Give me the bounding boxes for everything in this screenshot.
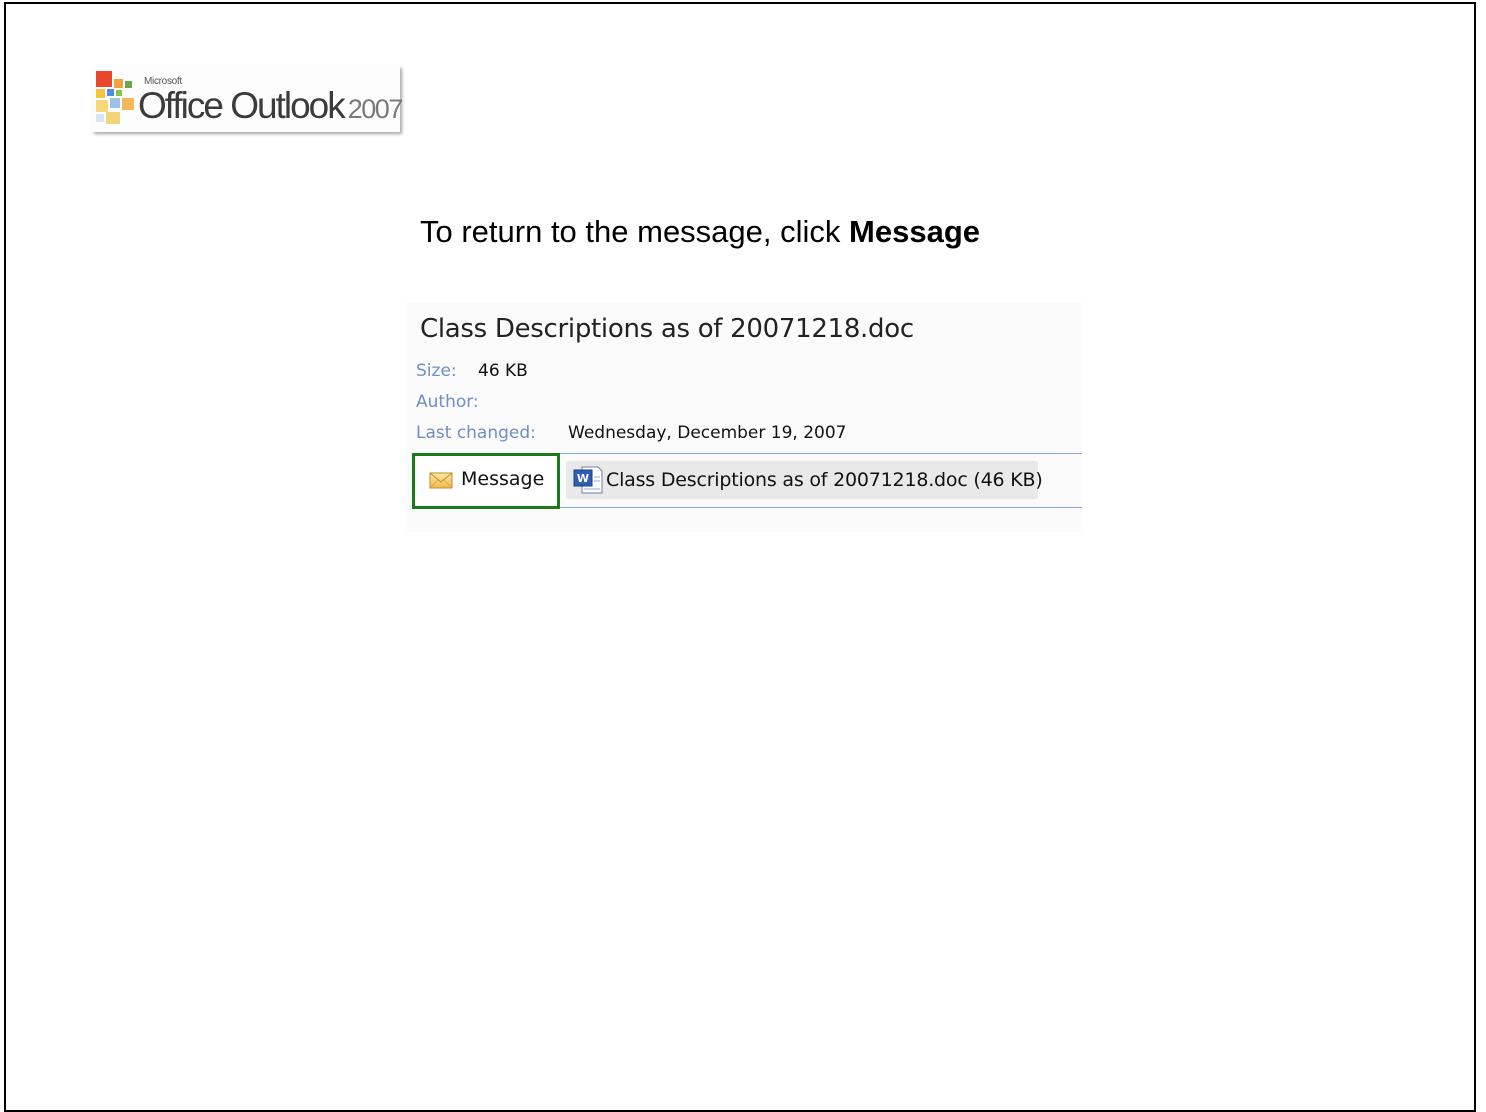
attachment-preview-panel: Class Descriptions as of 20071218.doc Si… (406, 302, 1082, 532)
instruction-text: To return to the message, click Message (420, 214, 980, 250)
logo-year-text: 2007 (347, 94, 404, 124)
slide-page: Microsoft Office Outlook 2007 To return t… (4, 2, 1476, 1112)
instruction-prefix: To return to the message, click (420, 214, 850, 249)
attachment-title: Class Descriptions as of 20071218.doc (420, 314, 914, 344)
office-logo-icon (96, 71, 134, 124)
instruction-emphasis: Message (849, 214, 980, 249)
word-document-icon: W (573, 466, 603, 494)
last-changed-value: Wednesday, December 19, 2007 (568, 423, 847, 443)
separator-top (560, 453, 1082, 454)
office-outlook-logo: Microsoft Office Outlook 2007 (92, 66, 404, 132)
envelope-icon (429, 472, 453, 489)
size-value: 46 KB (478, 361, 528, 381)
logo-product-name: Office Outlook 2007 (138, 85, 404, 130)
last-changed-label: Last changed: (416, 423, 536, 443)
attachment-file-button[interactable]: W Class Descriptions as of 20071218.doc … (566, 461, 1043, 499)
separator-bottom (560, 507, 1082, 508)
logo-product-text: Office Outlook (138, 85, 346, 126)
size-label: Size: (416, 361, 457, 381)
message-button[interactable]: Message (412, 453, 560, 509)
attachment-file-label: Class Descriptions as of 20071218.doc (4… (606, 469, 1043, 491)
svg-text:W: W (577, 472, 589, 485)
message-button-label: Message (461, 468, 545, 490)
author-label: Author: (416, 392, 479, 412)
